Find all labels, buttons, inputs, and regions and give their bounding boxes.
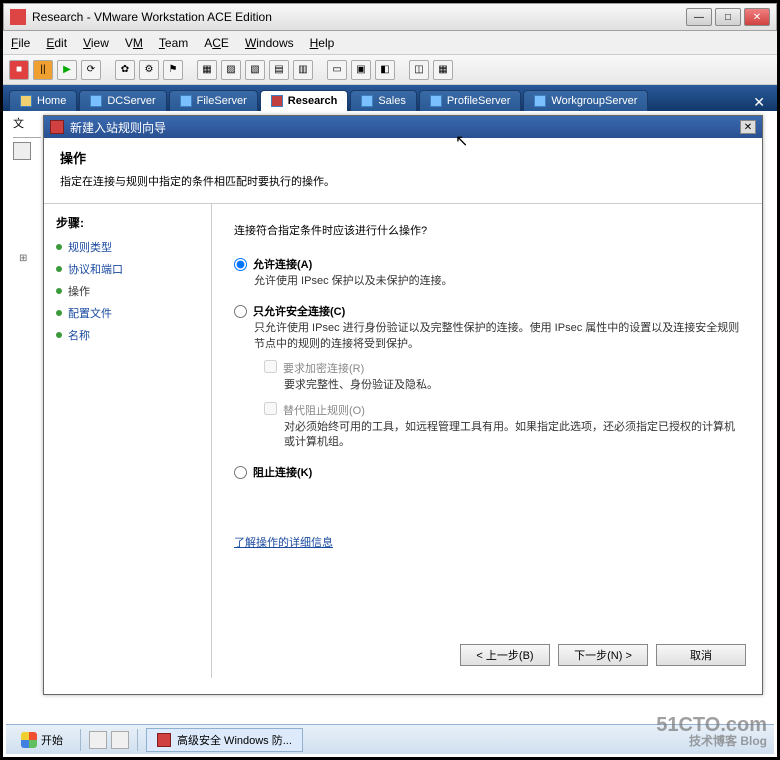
vm-icon — [430, 95, 442, 107]
tab-home[interactable]: Home — [9, 90, 77, 111]
vmware-icon — [10, 9, 26, 25]
reset-icon[interactable]: ⟳ — [81, 60, 101, 80]
menu-file[interactable]: File — [11, 36, 30, 50]
menu-vm[interactable]: VM — [125, 36, 143, 50]
wizard-header: 操作 指定在连接与规则中指定的条件相匹配时要执行的操作。 — [44, 138, 762, 204]
menubar: File Edit View VM Team ACE Windows Help — [3, 31, 777, 55]
close-button[interactable]: ✕ — [744, 8, 770, 26]
power-off-icon[interactable]: ■ — [9, 60, 29, 80]
quick-launch — [89, 731, 129, 749]
tool-icon-3[interactable]: ▧ — [245, 60, 265, 80]
shield-icon — [50, 120, 64, 134]
wizard-heading: 操作 — [60, 148, 746, 167]
tool-icon-1[interactable]: ▦ — [197, 60, 217, 80]
maximize-button[interactable]: □ — [715, 8, 741, 26]
step-action[interactable]: 操作 — [56, 283, 199, 299]
option-secure: 只允许安全连接(C) 只允许使用 IPsec 进行身份验证以及完整性保护的连接。… — [234, 303, 744, 450]
view-icon-4[interactable]: ◫ — [409, 60, 429, 80]
play-icon[interactable]: ▶ — [57, 60, 77, 80]
cancel-button[interactable]: 取消 — [656, 644, 746, 666]
tool-icon-2[interactable]: ▨ — [221, 60, 241, 80]
revert-icon[interactable]: ⚙ — [139, 60, 159, 80]
step-profile[interactable]: 配置文件 — [56, 305, 199, 321]
next-button[interactable]: 下一步(N) > — [558, 644, 648, 666]
option-secure-desc: 只允许使用 IPsec 进行身份验证以及完整性保护的连接。使用 IPsec 属性… — [254, 321, 744, 352]
check-override — [264, 402, 277, 415]
tab-research[interactable]: Research — [260, 90, 349, 111]
vm-tabstrip: Home DCServer FileServer Research Sales … — [3, 85, 777, 111]
tab-workgroupserver[interactable]: WorkgroupServer — [523, 90, 648, 111]
step-name[interactable]: 名称 — [56, 327, 199, 343]
wizard-content: 连接符合指定条件时应该进行什么操作? 允许连接(A) 允许使用 IPsec 保护… — [212, 204, 762, 678]
ql-icon-1[interactable] — [89, 731, 107, 749]
tab-close-icon[interactable]: ✕ — [747, 94, 771, 111]
left-label: 文 — [13, 115, 41, 131]
tab-dcserver[interactable]: DCServer — [79, 90, 166, 111]
vm-icon — [361, 95, 373, 107]
option-block: 阻止连接(K) — [234, 464, 744, 480]
app-title: Research - VMware Workstation ACE Editio… — [32, 10, 272, 24]
menu-view[interactable]: View — [83, 36, 109, 50]
vm-icon — [90, 95, 102, 107]
wizard-title: 新建入站规则向导 — [70, 119, 166, 136]
step-protocol-port[interactable]: 协议和端口 — [56, 261, 199, 277]
left-strip: 文 — [13, 115, 41, 164]
menu-help[interactable]: Help — [310, 36, 335, 50]
toolbar: ■ || ▶ ⟳ ✿ ⚙ ⚑ ▦ ▨ ▧ ▤ ▥ ▭ ▣ ◧ ◫ ▦ — [3, 55, 777, 85]
radio-block[interactable] — [234, 466, 247, 479]
tab-profileserver[interactable]: ProfileServer — [419, 90, 522, 111]
shield-icon — [157, 733, 171, 747]
guest-taskbar: 开始 高级安全 Windows 防... — [6, 724, 774, 754]
vm-icon — [534, 95, 546, 107]
home-icon — [20, 95, 32, 107]
sub-encrypt: 要求加密连接(R) 要求完整性、身份验证及隐私。 — [264, 360, 744, 393]
learn-more-link[interactable]: 了解操作的详细信息 — [234, 534, 333, 550]
vm-icon — [180, 95, 192, 107]
wizard-close-button[interactable]: ✕ — [740, 120, 756, 134]
back-button[interactable]: < 上一步(B) — [460, 644, 550, 666]
wizard-titlebar: 新建入站规则向导 ✕ — [44, 116, 762, 138]
ql-icon-2[interactable] — [111, 731, 129, 749]
view-icon-2[interactable]: ▣ — [351, 60, 371, 80]
tab-sales[interactable]: Sales — [350, 90, 417, 111]
sidebar-icon[interactable] — [13, 142, 31, 160]
pause-icon[interactable]: || — [33, 60, 53, 80]
tree-expand-icon[interactable]: ⊞ — [19, 253, 27, 264]
tool-icon-5[interactable]: ▥ — [293, 60, 313, 80]
app-titlebar: Research - VMware Workstation ACE Editio… — [3, 3, 777, 31]
wizard-steps: 步骤: 规则类型 协议和端口 操作 配置文件 名称 — [44, 204, 212, 678]
wizard-buttons: < 上一步(B) 下一步(N) > 取消 — [460, 644, 746, 666]
wizard-window: 新建入站规则向导 ✕ 操作 指定在连接与规则中指定的条件相匹配时要执行的操作。 … — [43, 115, 763, 695]
menu-ace[interactable]: ACE — [204, 36, 229, 50]
wizard-question: 连接符合指定条件时应该进行什么操作? — [234, 222, 744, 238]
view-icon-5[interactable]: ▦ — [433, 60, 453, 80]
menu-edit[interactable]: Edit — [46, 36, 67, 50]
tool-icon-4[interactable]: ▤ — [269, 60, 289, 80]
steps-header: 步骤: — [56, 214, 199, 231]
vm-icon — [271, 95, 283, 107]
wizard-subheading: 指定在连接与规则中指定的条件相匹配时要执行的操作。 — [60, 173, 746, 189]
menu-windows[interactable]: Windows — [245, 36, 294, 50]
option-allow: 允许连接(A) 允许使用 IPsec 保护以及未保护的连接。 — [234, 256, 744, 289]
option-allow-desc: 允许使用 IPsec 保护以及未保护的连接。 — [254, 274, 744, 289]
menu-team[interactable]: Team — [159, 36, 188, 50]
radio-allow[interactable] — [234, 258, 247, 271]
view-icon-1[interactable]: ▭ — [327, 60, 347, 80]
check-encrypt — [264, 360, 277, 373]
minimize-button[interactable]: — — [686, 8, 712, 26]
radio-secure[interactable] — [234, 305, 247, 318]
view-icon-3[interactable]: ◧ — [375, 60, 395, 80]
sub-override: 替代阻止规则(O) 对必须始终可用的工具，如远程管理工具有用。如果指定此选项，还… — [264, 402, 744, 451]
manage-icon[interactable]: ⚑ — [163, 60, 183, 80]
start-button[interactable]: 开始 — [12, 729, 72, 751]
step-rule-type[interactable]: 规则类型 — [56, 239, 199, 255]
windows-flag-icon — [21, 732, 37, 748]
snapshot-icon[interactable]: ✿ — [115, 60, 135, 80]
taskbar-task[interactable]: 高级安全 Windows 防... — [146, 728, 303, 752]
tab-fileserver[interactable]: FileServer — [169, 90, 258, 111]
